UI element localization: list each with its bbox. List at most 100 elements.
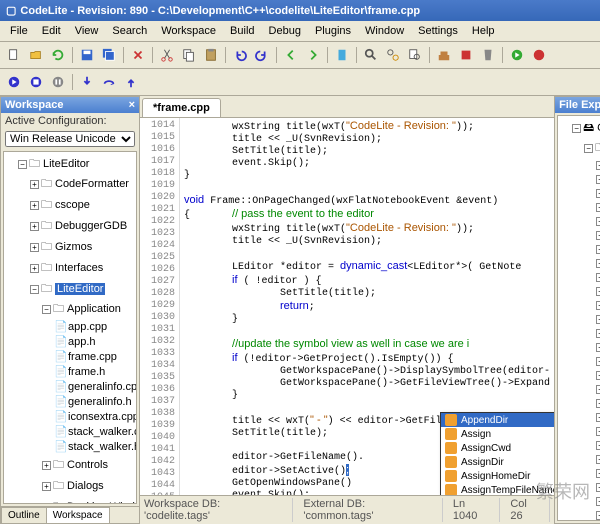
file-item[interactable]: +BuildInfo — [596, 480, 600, 494]
autocomplete-item[interactable]: Assign — [441, 427, 554, 441]
close-button[interactable] — [128, 45, 148, 65]
tree-item[interactable]: +🗀Docking Windows — [42, 497, 134, 504]
autocomplete-popup: AppendDirAssignAssignCwdAssignDirAssignH… — [440, 412, 554, 495]
undo-button[interactable] — [230, 45, 250, 65]
paste-button[interactable] — [201, 45, 221, 65]
file-item[interactable]: 📄stack_walker.h — [54, 439, 134, 454]
menu-settings[interactable]: Settings — [412, 23, 464, 39]
autocomplete-item[interactable]: AssignTempFileName — [441, 483, 554, 495]
tree-item[interactable]: +🗀CodeFormatter — [30, 174, 134, 195]
menu-search[interactable]: Search — [106, 23, 153, 39]
menu-workspace[interactable]: Workspace — [155, 23, 222, 39]
menu-debug[interactable]: Debug — [263, 23, 307, 39]
file-item[interactable]: +repo — [596, 382, 600, 396]
file-item[interactable]: 📄frame.cpp — [54, 349, 134, 364]
run-button[interactable] — [507, 45, 527, 65]
file-item[interactable]: +Plugin — [596, 368, 600, 382]
code-area[interactable]: 1014 1015 1016 1017 1018 1019 1020 1021 … — [140, 118, 554, 495]
new-button[interactable] — [4, 45, 24, 65]
open-button[interactable] — [26, 45, 46, 65]
file-item[interactable]: +AutoRev — [596, 172, 600, 186]
autocomplete-item[interactable]: AppendDir — [441, 413, 554, 427]
file-item[interactable]: 📄frame.h — [54, 364, 134, 379]
tab-outline[interactable]: Outline — [1, 507, 47, 523]
menu-view[interactable]: View — [69, 23, 105, 39]
file-item[interactable]: 📄app.h — [54, 334, 134, 349]
debug-start-button[interactable] — [4, 72, 24, 92]
clean-button[interactable] — [478, 45, 498, 65]
file-item[interactable]: +InnoSetu — [596, 298, 600, 312]
autocomplete-item[interactable]: AssignHomeDir — [441, 469, 554, 483]
toolbar-2 — [0, 69, 600, 96]
file-item[interactable]: +CodeForm — [596, 186, 600, 200]
file-item[interactable]: +Gizmos — [596, 284, 600, 298]
copy-button[interactable] — [179, 45, 199, 65]
refresh-button[interactable] — [48, 45, 68, 65]
file-item[interactable]: +Ankh.Loa — [596, 466, 600, 480]
file-item[interactable]: +sqlite3 — [596, 438, 600, 452]
config-select[interactable]: Win Release Unicode — [5, 131, 135, 147]
menu-edit[interactable]: Edit — [36, 23, 67, 39]
menu-window[interactable]: Window — [359, 23, 410, 39]
step-over-button[interactable] — [99, 72, 119, 92]
file-item[interactable]: +LiteEditor — [596, 340, 600, 354]
build-button[interactable] — [434, 45, 454, 65]
file-item[interactable]: +CC.TODO — [596, 494, 600, 508]
stop-build-button[interactable] — [456, 45, 476, 65]
file-item[interactable]: +Runtime — [596, 396, 600, 410]
stop-run-button[interactable] — [529, 45, 549, 65]
back-button[interactable] — [281, 45, 301, 65]
editor-tab-frame[interactable]: *frame.cpp — [142, 98, 221, 117]
file-item[interactable]: +sdk — [596, 410, 600, 424]
cut-button[interactable] — [157, 45, 177, 65]
tree-item[interactable]: +🗀Interfaces — [30, 258, 134, 279]
saveall-button[interactable] — [99, 45, 119, 65]
file-item[interactable]: +Debugger — [596, 242, 600, 256]
file-item[interactable]: +.svn — [596, 158, 600, 172]
file-item[interactable]: +MakefileP — [596, 354, 600, 368]
workspace-tree[interactable]: −🗀LiteEditor +🗀CodeFormatter+🗀cscope+🗀De… — [3, 151, 137, 504]
menu-file[interactable]: File — [4, 23, 34, 39]
step-in-button[interactable] — [77, 72, 97, 92]
file-item[interactable]: +change.tx — [596, 508, 600, 521]
file-explorer-tree[interactable]: −🖴C++ −🗀codelite +.svn+AutoRev+CodeForm+… — [557, 115, 600, 521]
file-item[interactable]: +debug — [596, 228, 600, 242]
tree-item[interactable]: −🗀LiteEditor−🗀Application📄app.cpp📄app.h📄… — [30, 279, 134, 504]
file-item[interactable]: 📄generalinfo.h — [54, 394, 134, 409]
file-item[interactable]: +CxxParse — [596, 214, 600, 228]
file-item[interactable]: 📄stack_walker.cpp — [54, 424, 134, 439]
file-item[interactable]: +site — [596, 424, 600, 438]
file-item[interactable]: 📄app.cpp — [54, 319, 134, 334]
find-button[interactable] — [361, 45, 381, 65]
tree-item[interactable]: +🗀Gizmos — [30, 237, 134, 258]
debug-stop-button[interactable] — [26, 72, 46, 92]
workspace-close-icon[interactable]: × — [129, 99, 135, 111]
method-icon — [445, 428, 457, 440]
redo-button[interactable] — [252, 45, 272, 65]
file-item[interactable]: +gdbparse — [596, 270, 600, 284]
tree-item[interactable]: +🗀cscope — [30, 195, 134, 216]
replace-button[interactable] — [383, 45, 403, 65]
forward-button[interactable] — [303, 45, 323, 65]
tab-workspace[interactable]: Workspace — [46, 507, 110, 523]
file-item[interactable]: +CodeLite — [596, 200, 600, 214]
tree-item[interactable]: +🗀Controls — [42, 455, 134, 476]
autocomplete-item[interactable]: AssignDir — [441, 455, 554, 469]
tree-item[interactable]: +🗀Dialogs — [42, 476, 134, 497]
file-item[interactable]: 📄generalinfo.cpp — [54, 379, 134, 394]
debug-pause-button[interactable] — [48, 72, 68, 92]
menu-plugins[interactable]: Plugins — [309, 23, 357, 39]
step-out-button[interactable] — [121, 72, 141, 92]
menu-build[interactable]: Build — [224, 23, 260, 39]
bookmark-button[interactable] — [332, 45, 352, 65]
menu-help[interactable]: Help — [466, 23, 501, 39]
file-item[interactable]: 📄iconsextra.cpp — [54, 409, 134, 424]
tree-item[interactable]: +🗀DebuggerGDB — [30, 216, 134, 237]
find-files-button[interactable] — [405, 45, 425, 65]
autocomplete-item[interactable]: AssignCwd — [441, 441, 554, 455]
file-item[interactable]: +Interface — [596, 312, 600, 326]
save-button[interactable] — [77, 45, 97, 65]
file-item[interactable]: +Subversic — [596, 452, 600, 466]
file-item[interactable]: +fakeroot — [596, 256, 600, 270]
file-item[interactable]: +le_executi — [596, 326, 600, 340]
